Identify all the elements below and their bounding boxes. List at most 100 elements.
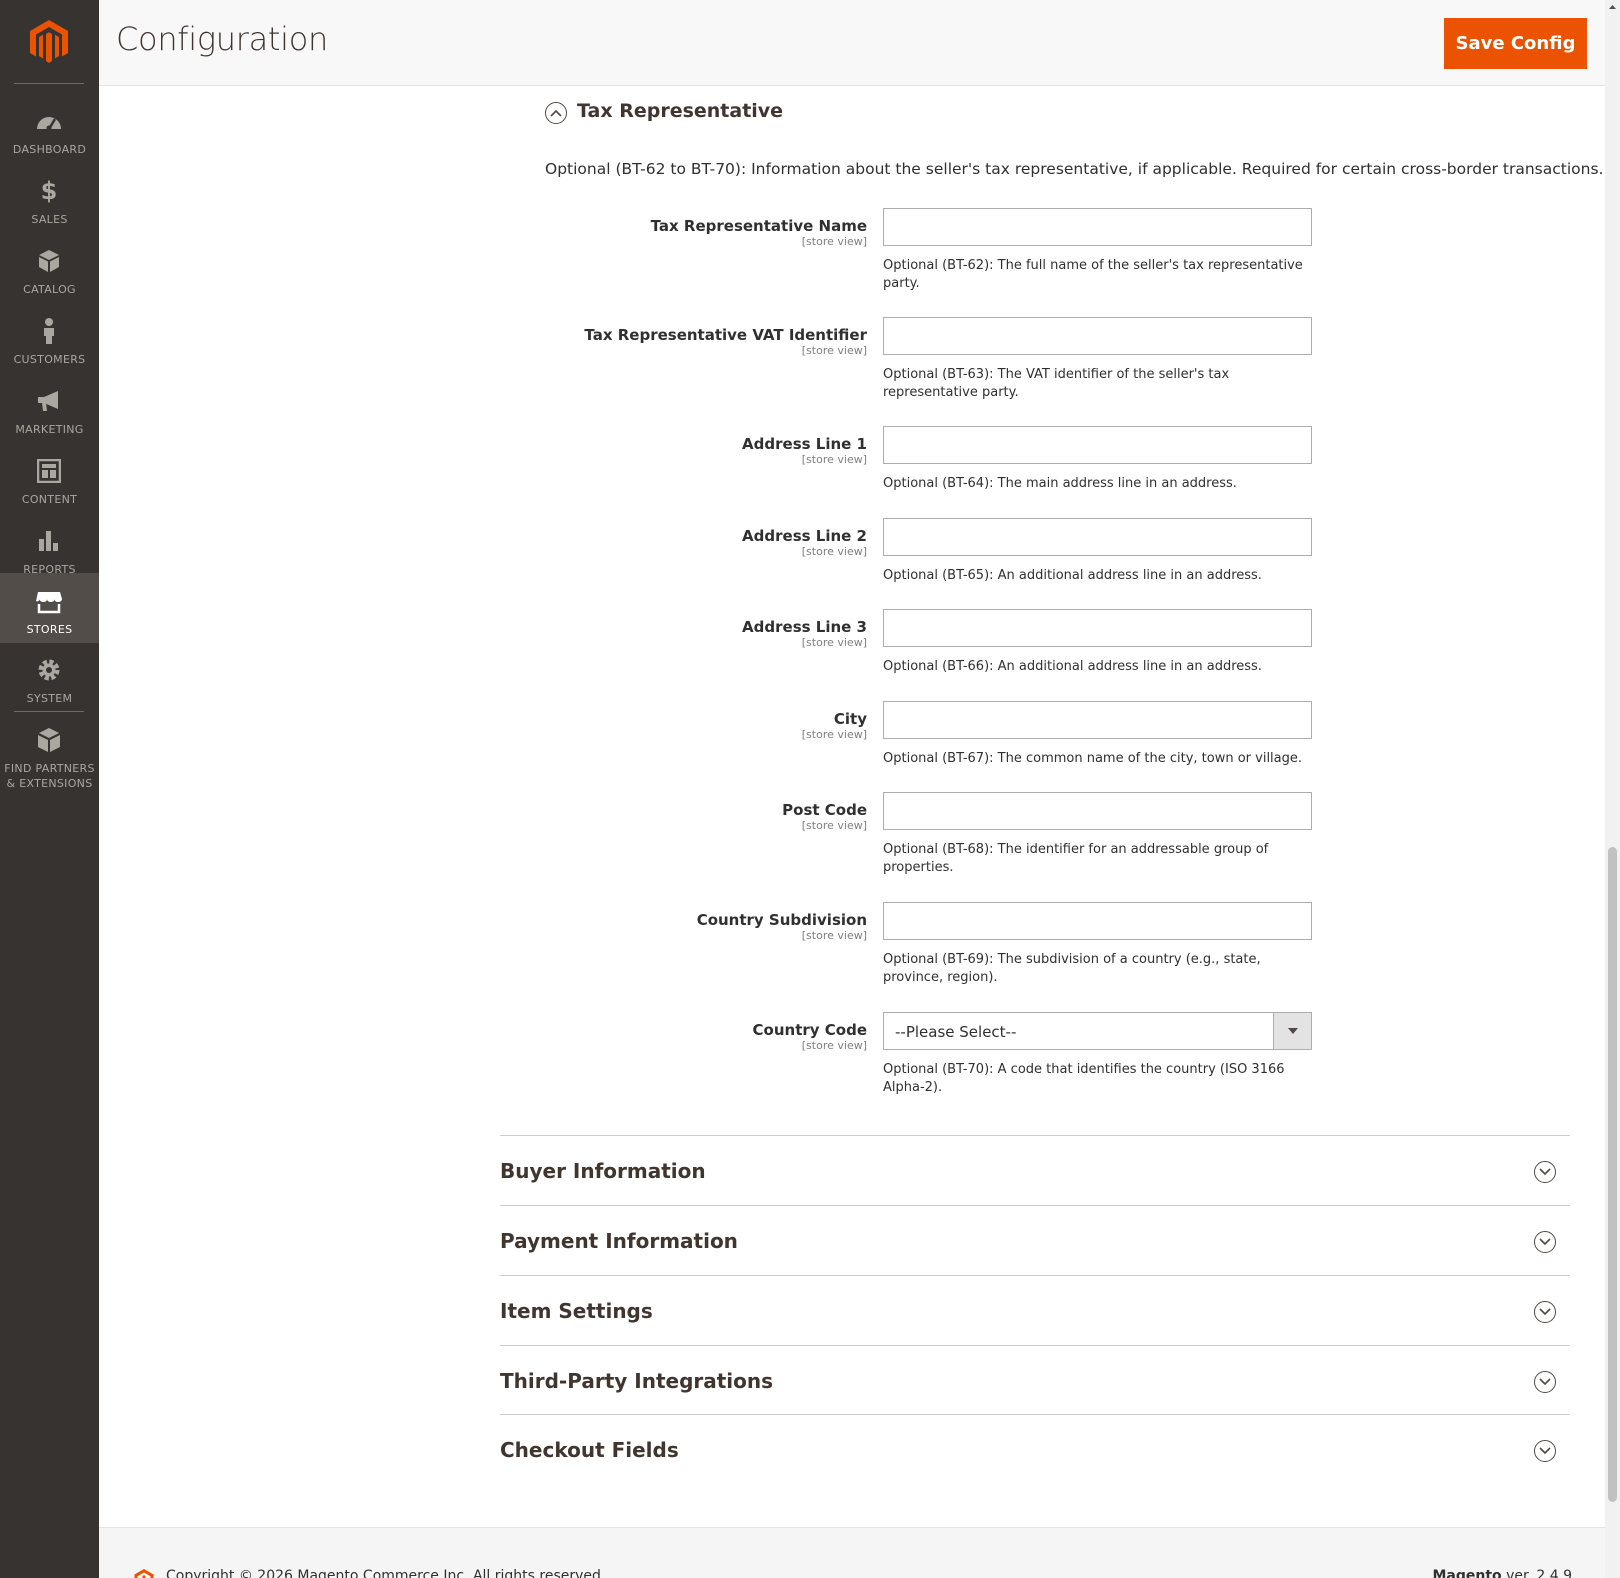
scroll-up-arrow-icon[interactable] (1605, 0, 1620, 15)
boxes-icon (35, 726, 63, 754)
footer-copyright: Copyright © 2026 Magento Commerce Inc. A… (166, 1568, 606, 1578)
group-title: Buyer Information (500, 1159, 706, 1183)
group-title: Third-Party Integrations (500, 1369, 774, 1393)
sidebar-item-label: SALES (31, 213, 68, 226)
address-line-1-input[interactable] (883, 426, 1312, 464)
vertical-scrollbar[interactable] (1605, 0, 1620, 1578)
country-code-select[interactable]: --Please Select-- (883, 1012, 1312, 1050)
field-scope: [store view] (801, 636, 867, 649)
person-icon (35, 317, 63, 345)
field-note: Optional (BT-65): An additional address … (883, 568, 1262, 583)
page-footer: Copyright © 2026 Magento Commerce Inc. A… (99, 1527, 1605, 1578)
collapse-up-icon[interactable] (545, 102, 567, 124)
sidebar-item-label: SYSTEM (26, 692, 73, 705)
field-label: Post Code (782, 801, 867, 819)
tax-representative-vat-input[interactable] (883, 317, 1312, 355)
sidebar-item-label: CUSTOMERS (13, 353, 86, 366)
sidebar-item-system[interactable]: SYSTEM (0, 643, 99, 713)
tax-representative-name-input[interactable] (883, 208, 1312, 246)
field-scope: [store view] (801, 929, 867, 942)
sidebar-item-label: CATALOG (23, 283, 76, 296)
address-line-3-input[interactable] (883, 609, 1312, 647)
expand-down-icon (1534, 1371, 1556, 1393)
field-label: Country Subdivision (696, 911, 867, 929)
sidebar-item-marketing[interactable]: MARKETING (0, 374, 99, 444)
field-note: Optional (BT-62): The full name of the s… (883, 258, 1303, 291)
group-buyer-information[interactable]: Buyer Information (500, 1135, 1570, 1205)
field-note: Optional (BT-66): An additional address … (883, 659, 1262, 674)
sidebar-item-label: MARKETING (15, 423, 84, 436)
field-note: Optional (BT-67): The common name of the… (883, 751, 1303, 766)
post-code-input[interactable] (883, 792, 1312, 830)
field-label: City (833, 710, 867, 728)
sidebar-divider (14, 711, 84, 712)
expand-down-icon (1534, 1161, 1556, 1183)
footer-version: Magento ver. 2.4.9 (1432, 1568, 1572, 1578)
group-payment-information[interactable]: Payment Information (500, 1205, 1570, 1275)
magento-footer-logo-icon (132, 1568, 156, 1578)
sidebar-item-dashboard[interactable]: DASHBOARD (0, 94, 99, 164)
group-title: Payment Information (500, 1229, 738, 1253)
field-scope: [store view] (801, 728, 867, 741)
field-note: Optional (BT-69): The subdivision of a c… (883, 952, 1261, 985)
sidebar-item-customers[interactable]: CUSTOMERS (0, 304, 99, 374)
sidebar-item-catalog[interactable]: CATALOG (0, 234, 99, 304)
gear-icon (35, 656, 63, 684)
sidebar-item-sales[interactable]: $ SALES (0, 164, 99, 234)
group-item-settings[interactable]: Item Settings (500, 1275, 1570, 1345)
country-subdivision-input[interactable] (883, 902, 1312, 940)
page-title: Configuration (116, 20, 329, 58)
field-note: Optional (BT-70): A code that identifies… (883, 1062, 1285, 1095)
field-label: Tax Representative VAT Identifier (584, 326, 867, 344)
section-title[interactable]: Tax Representative (577, 100, 783, 122)
field-label: Address Line 3 (742, 618, 867, 636)
dollar-icon: $ (40, 177, 58, 205)
footer-version-number: ver. 2.4.9 (1506, 1568, 1572, 1578)
layout-icon (35, 457, 63, 485)
field-scope: [store view] (801, 545, 867, 558)
save-config-button[interactable]: Save Config (1444, 18, 1587, 69)
expand-down-icon (1534, 1440, 1556, 1462)
field-label: Country Code (752, 1021, 867, 1039)
field-scope: [store view] (801, 453, 867, 466)
group-third-party-integrations[interactable]: Third-Party Integrations (500, 1345, 1570, 1415)
dropdown-arrow-icon[interactable] (1273, 1013, 1311, 1049)
megaphone-icon (35, 387, 63, 415)
store-icon (35, 588, 63, 616)
city-input[interactable] (883, 701, 1312, 739)
field-label: Address Line 1 (742, 435, 867, 453)
page-header: Configuration Save Config (99, 0, 1605, 86)
logo-divider (14, 83, 84, 84)
admin-sidebar: DASHBOARD $ SALES CATALOG CUSTOMERS MARK… (0, 0, 99, 1578)
sidebar-item-label: FIND PARTNERS & EXTENSIONS (4, 762, 95, 790)
expand-down-icon (1534, 1231, 1556, 1253)
sidebar-item-label: CONTENT (21, 493, 78, 506)
scrollbar-thumb[interactable] (1608, 847, 1617, 1502)
field-label: Address Line 2 (742, 527, 867, 545)
group-title: Checkout Fields (500, 1438, 679, 1462)
section-comment: Optional (BT-62 to BT-70): Information a… (545, 160, 1604, 178)
group-checkout-fields[interactable]: Checkout Fields (500, 1414, 1570, 1484)
sidebar-item-content[interactable]: CONTENT (0, 444, 99, 514)
sidebar-item-label: STORES (26, 623, 73, 636)
field-note: Optional (BT-64): The main address line … (883, 476, 1237, 491)
footer-brand: Magento (1432, 1568, 1502, 1578)
box-icon (35, 247, 63, 275)
field-scope: [store view] (801, 1039, 867, 1052)
select-value: --Please Select-- (895, 1023, 1017, 1041)
group-title: Item Settings (500, 1299, 653, 1323)
field-scope: [store view] (801, 819, 867, 832)
magento-logo-icon[interactable] (27, 18, 71, 66)
field-scope: [store view] (801, 344, 867, 357)
field-label: Tax Representative Name (650, 217, 867, 235)
expand-down-icon (1534, 1301, 1556, 1323)
field-note: Optional (BT-63): The VAT identifier of … (883, 367, 1230, 400)
bar-chart-icon (35, 527, 63, 555)
address-line-2-input[interactable] (883, 518, 1312, 556)
field-scope: [store view] (801, 235, 867, 248)
sidebar-item-label: DASHBOARD (12, 143, 87, 156)
field-note: Optional (BT-68): The identifier for an … (883, 842, 1269, 875)
dashboard-icon (35, 107, 63, 135)
sidebar-item-stores[interactable]: STORES (0, 573, 99, 643)
sidebar-item-find-partners[interactable]: FIND PARTNERS & EXTENSIONS (0, 713, 99, 795)
